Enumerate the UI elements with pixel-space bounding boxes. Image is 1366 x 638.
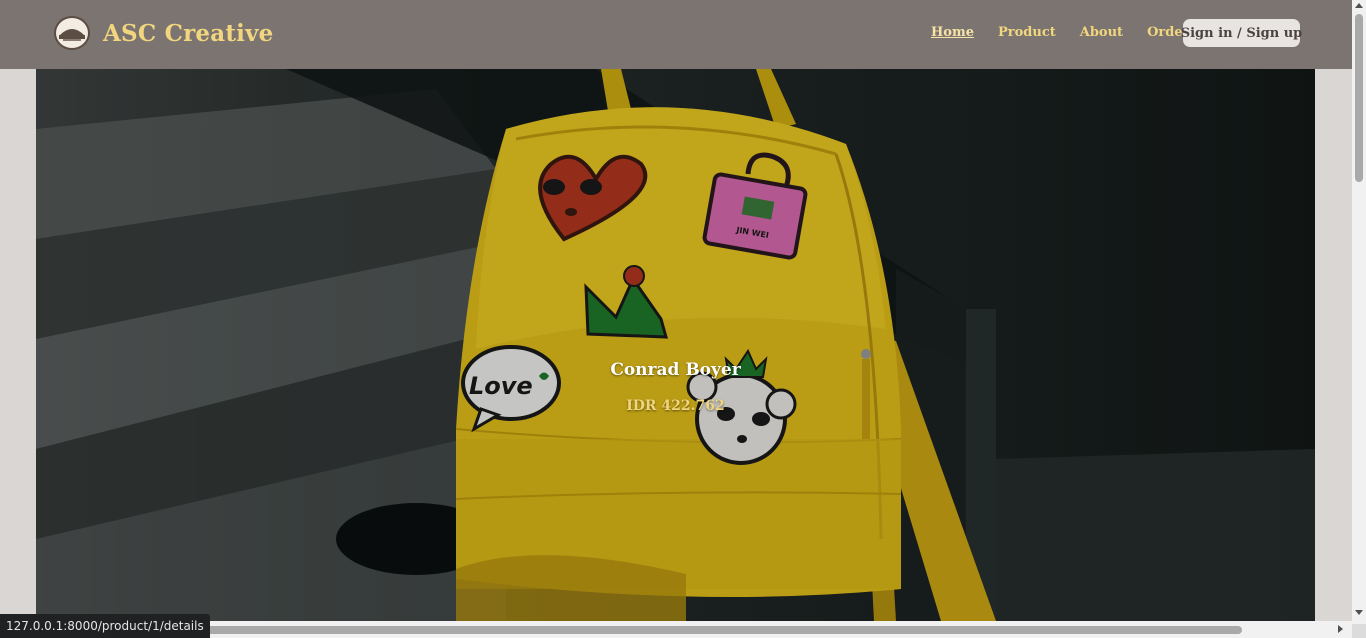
hero-product-image[interactable]: JIN WEI Love Conrad Boyer IDR 422.762 [36, 69, 1315, 621]
scroll-down-icon[interactable] [1355, 610, 1363, 615]
nav-link-product[interactable]: Product [998, 25, 1056, 40]
navbar: ASC Creative Home Product About Order Si… [0, 0, 1352, 69]
product-price: IDR 422.762 [626, 398, 725, 414]
status-bar-url: 127.0.0.1:8000/product/1/details [0, 614, 210, 638]
vertical-scrollbar[interactable] [1352, 0, 1366, 624]
brand-name: ASC Creative [103, 19, 274, 47]
brand[interactable]: ASC Creative [54, 16, 274, 50]
nav-link-home[interactable]: Home [931, 25, 974, 40]
hero-illustration: JIN WEI Love [36, 69, 1315, 621]
horizontal-scroll-thumb[interactable] [182, 626, 1242, 634]
scroll-up-icon[interactable] [1355, 3, 1363, 8]
vertical-scroll-thumb[interactable] [1355, 14, 1363, 182]
nav-links: Home Product About Order [931, 25, 1213, 40]
signin-button[interactable]: Sign in / Sign up [1181, 19, 1302, 47]
scrollbar-corner [1352, 624, 1366, 638]
nav-link-about[interactable]: About [1080, 25, 1123, 40]
logo-icon [54, 16, 90, 50]
product-name: Conrad Boyer [610, 360, 741, 380]
scroll-right-icon[interactable] [1338, 625, 1343, 633]
